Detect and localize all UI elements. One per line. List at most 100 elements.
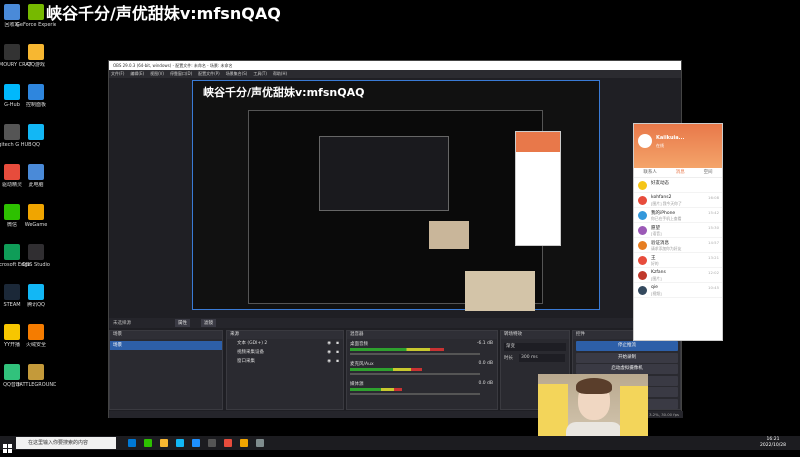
eye-icon[interactable]: ◉ [327, 339, 331, 348]
mixer-track-db: 0.0 dB [478, 361, 493, 366]
chat-list-item[interactable]: kohfans2 [图片] 我今天你了 16:08 [634, 193, 722, 208]
taskbar-app-icon[interactable] [128, 439, 136, 447]
chat-list-item[interactable]: 我的iPhone 你已在手机上查看 15:42 [634, 208, 722, 223]
obs-menu-item[interactable]: 场景集合(S) [226, 71, 248, 76]
message-time: 15:30 [708, 225, 719, 230]
control-button[interactable]: 开始录制 [576, 352, 678, 363]
streamer-hair [576, 378, 612, 394]
mixer-track: 媒体源 0.0 dB [347, 379, 497, 399]
volume-slider[interactable] [350, 353, 480, 355]
taskbar-app-icon[interactable] [160, 439, 168, 447]
obs-menu-item[interactable]: 工具(T) [253, 71, 267, 76]
desktop-icon[interactable]: WeGame [16, 204, 56, 228]
desktop-icon[interactable]: 火绒安全 [16, 324, 56, 348]
desktop-app-icon [28, 204, 44, 220]
desktop-icon-label: QQ游戏 [27, 62, 45, 68]
mixer-panel-title: 混音器 [347, 331, 497, 339]
scene-item[interactable]: 场景 [110, 341, 222, 350]
desktop-app-icon [28, 284, 44, 300]
windows-start-icon[interactable] [3, 438, 12, 453]
desktop-icon[interactable]: OBS Studio [16, 244, 56, 268]
taskbar-app-icon[interactable] [208, 439, 216, 447]
last-message: [语音] [651, 231, 662, 236]
chat-list-item[interactable]: 验证消息 请求添加你为好友 14:57 [634, 238, 722, 253]
desktop-icon[interactable]: 此电脑 [16, 164, 56, 188]
desktop-icon-label: 腾讯QQ [27, 302, 45, 308]
desktop-icon-label: QQ [32, 142, 40, 148]
chat-window[interactable]: Kaiikuia... 在线 联系人 消息 空间 好友动态 kohfans2 [图片… [633, 123, 723, 341]
source-toolbar: 未选择源 属性 滤镜 [109, 318, 683, 328]
source-item[interactable]: 窗口采集 ◉ ▪ [227, 357, 343, 366]
message-time: 10:45 [708, 285, 719, 290]
taskbar-app-icon[interactable] [192, 439, 200, 447]
taskbar-app-icon[interactable] [144, 439, 152, 447]
desktop-icon[interactable]: 控制面板 [16, 84, 56, 108]
chat-list-item[interactable]: Kzfans [图片] 12:02 [634, 268, 722, 283]
contact-name: 好友动态 [651, 181, 669, 186]
sources-panel: 来源 文本 (GDI+) 2 ◉ ▪ 视频采集设备 ◉ ▪ 窗口采集 ◉ ▪ [226, 330, 344, 410]
duration-input[interactable]: 300 ms [519, 354, 565, 362]
source-item[interactable]: 视频采集设备 ◉ ▪ [227, 348, 343, 357]
transitions-panel-title: 转场特效 [501, 331, 569, 339]
transition-select[interactable]: 渐变 [504, 343, 566, 351]
lock-icon[interactable]: ▪ [336, 357, 339, 366]
desktop-icon[interactable]: GeForce Experience [16, 4, 56, 28]
tab-space[interactable]: 空间 [704, 168, 713, 177]
sources-panel-title: 来源 [227, 331, 343, 339]
mixer-track-db: 0.0 dB [478, 381, 493, 386]
chat-list-item[interactable]: 好友动态 [634, 178, 722, 193]
preview-webcam [465, 271, 535, 311]
message-time: 16:08 [708, 195, 719, 200]
lock-icon[interactable]: ▪ [336, 339, 339, 348]
message-time: 14:57 [708, 240, 719, 245]
chat-list-item[interactable]: 王好的 13:21 [634, 253, 722, 268]
desktop-icon-label: BATTLEGROUNDS [16, 382, 56, 388]
desktop-icon[interactable]: 腾讯QQ [16, 284, 56, 308]
desktop-app-icon [28, 324, 44, 340]
volume-slider[interactable] [350, 373, 480, 375]
taskbar-app-icon[interactable] [256, 439, 264, 447]
obs-titlebar: OBS 29.0.3 (64-bit, windows) - 配置文件: 未命名… [109, 61, 681, 70]
desktop-icon-label: GeForce Experience [16, 22, 56, 28]
control-button[interactable]: 启动虚拟摄像机 [576, 364, 678, 374]
tab-contacts[interactable]: 联系人 [643, 168, 657, 177]
volume-slider[interactable] [350, 393, 480, 395]
taskbar-app-icon[interactable] [240, 439, 248, 447]
eye-icon[interactable]: ◉ [327, 357, 331, 366]
scenes-panel-title: 场景 [110, 331, 222, 339]
last-message: [视频] [651, 291, 662, 296]
desktop-app-icon [28, 4, 44, 20]
obs-menu-item[interactable]: 视图(V) [150, 71, 164, 76]
filters-button[interactable]: 滤镜 [201, 319, 216, 327]
desktop-app-icon [28, 364, 44, 380]
obs-menu-item[interactable]: 文件(F) [111, 71, 124, 76]
obs-menu-item[interactable]: 帮助(H) [273, 71, 287, 76]
taskbar-date: 2022/10/28 [760, 443, 786, 448]
desktop-icon[interactable]: QQ [16, 124, 56, 148]
lock-icon[interactable]: ▪ [336, 348, 339, 357]
desktop-icon-label: 火绒安全 [25, 342, 46, 348]
properties-button[interactable]: 属性 [175, 319, 190, 327]
taskbar-search-input[interactable]: 在这里输入你要搜索的内容 [16, 437, 116, 449]
duration-label: 时长 [504, 356, 513, 361]
taskbar-app-icon[interactable] [224, 439, 232, 447]
desktop-icon[interactable]: BATTLEGROUNDS [16, 364, 56, 388]
source-item[interactable]: 文本 (GDI+) 2 ◉ ▪ [227, 339, 343, 348]
obs-window[interactable]: OBS 29.0.3 (64-bit, windows) - 配置文件: 未命名… [108, 60, 683, 418]
obs-menu-item[interactable]: 配置文件(P) [198, 71, 220, 76]
mixer-track: 麦克风/Aux 0.0 dB [347, 359, 497, 379]
mixer-track-name: 桌面音频 [350, 342, 368, 347]
last-message: 好的 [651, 261, 659, 266]
preview-title: 峡谷千分/声优甜妹v:mfsnQAQ [203, 86, 365, 99]
avatar[interactable] [638, 134, 652, 148]
control-button[interactable]: 停止推流 [576, 341, 678, 351]
taskbar-app-icon[interactable] [176, 439, 184, 447]
chat-list-item[interactable]: 愿望 [语音] 15:30 [634, 223, 722, 238]
eye-icon[interactable]: ◉ [327, 348, 331, 357]
obs-menu-item[interactable]: 停靠窗口(D) [170, 71, 192, 76]
obs-preview[interactable]: 峡谷千分/声优甜妹v:mfsnQAQ [192, 80, 600, 311]
tab-messages[interactable]: 消息 [676, 168, 685, 177]
chat-list-item[interactable]: qie [视频] 10:45 [634, 283, 722, 298]
desktop-icon[interactable]: QQ游戏 [16, 44, 56, 68]
obs-menu-item[interactable]: 编辑(E) [130, 71, 144, 76]
